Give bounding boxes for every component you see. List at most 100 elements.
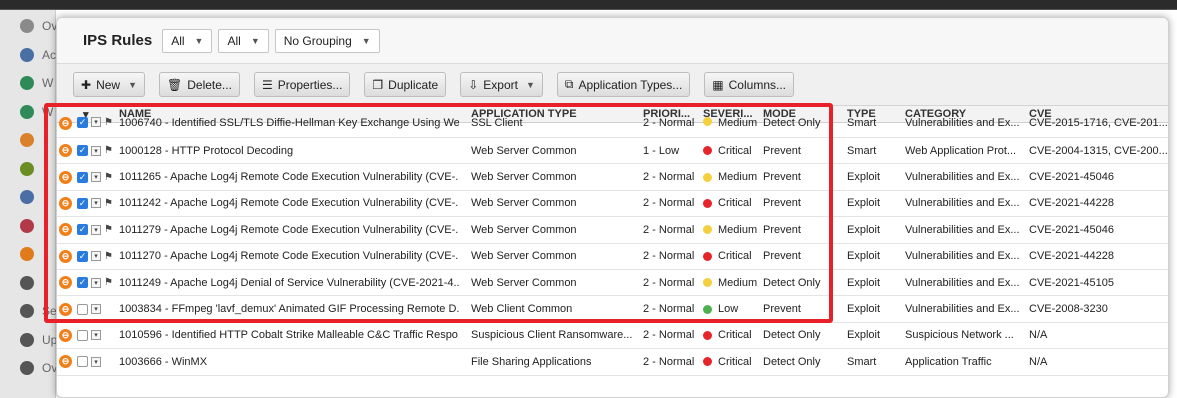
rule-name: 1000128 - HTTP Protocol Decoding: [119, 144, 294, 157]
updates-icon: [20, 332, 34, 347]
severity-label: Medium: [718, 171, 758, 184]
columns-button[interactable]: ▦ Columns...: [704, 72, 794, 97]
flag-icon: ⚑: [104, 197, 113, 209]
row-menu-icon[interactable]: ▾: [91, 330, 101, 341]
cve: CVE-2021-44228: [1029, 197, 1115, 210]
flag-icon: ⚑: [104, 145, 113, 157]
severity: Critical: [703, 323, 763, 348]
sidebar-item[interactable]: [0, 126, 56, 154]
mode: Detect Only: [763, 117, 821, 129]
category: Vulnerabilities and Ex...: [905, 117, 1020, 129]
table-row[interactable]: ⊖ ✓ ▾ ⚑ 1011279 - Apache Log4j Remote Code E…: [57, 217, 1168, 244]
row-menu-icon[interactable]: ▾: [91, 251, 101, 262]
sidebar-item[interactable]: Ac: [0, 41, 56, 69]
row-menu-icon[interactable]: ▾: [91, 172, 101, 183]
rule-name: 1011270 - Apache Log4j Remote Code Execu…: [119, 250, 459, 263]
sidebar-item[interactable]: W: [0, 98, 56, 126]
row-menu-icon[interactable]: ▾: [91, 198, 101, 209]
row-menu-icon[interactable]: ▾: [91, 356, 101, 367]
table-row[interactable]: ⊖ ✓ ▾ ⚑ 1011265 - Apache Log4j Remote Code E…: [57, 164, 1168, 191]
severity-dot-icon: [703, 225, 712, 235]
application-types-icon: ⧉: [564, 77, 574, 91]
severity: Medium: [703, 164, 763, 189]
application-types-button-label: Application Types...: [578, 77, 683, 92]
rule-type: Exploit: [847, 303, 881, 316]
table-row[interactable]: ⊖ ▾ 1003666 - WinMX File Sharing Applicatio…: [57, 349, 1168, 376]
rule-checkbox[interactable]: ✓: [77, 277, 88, 289]
sidebar-item[interactable]: [0, 269, 56, 297]
sidebar-item[interactable]: Ov: [0, 354, 56, 382]
new-rule-icon: ✚: [81, 77, 92, 92]
rule-checkbox[interactable]: [77, 329, 88, 341]
sidebar-item-label: W: [42, 76, 54, 90]
sidebar-item[interactable]: Se: [0, 297, 56, 325]
delete-button[interactable]: 🗑 Delete...: [159, 72, 240, 97]
priority: 2 - Normal: [643, 197, 695, 210]
row-menu-icon[interactable]: ▾: [91, 277, 101, 288]
sidebar-item[interactable]: W: [0, 69, 56, 97]
new-button[interactable]: ✚ New ▼: [73, 72, 145, 97]
sidebar-item[interactable]: [0, 183, 56, 211]
flag-icon: ⚑: [104, 171, 113, 183]
row-menu-icon[interactable]: ▾: [91, 145, 101, 156]
sidebar-item[interactable]: [0, 240, 56, 268]
rule-name: 1006740 - Identified SSL/TLS Diffie-Hell…: [119, 117, 459, 129]
duplicate-icon: ❐: [372, 77, 384, 92]
rule-checkbox[interactable]: [77, 303, 88, 315]
grouping-select[interactable]: No Grouping ▼: [274, 28, 380, 53]
priority: 2 - Normal: [643, 329, 695, 342]
priority: 2 - Normal: [643, 276, 695, 289]
duplicate-button[interactable]: ❐ Duplicate: [364, 72, 447, 97]
export-button[interactable]: ⇩ Export ▼: [460, 72, 543, 97]
table-row[interactable]: ⊖ ✓ ▾ ⚑ 1006740 - Identified SSL/TLS Diffie-…: [57, 117, 1168, 138]
mode: Prevent: [763, 303, 801, 316]
ips-rule-icon: ⊖: [59, 196, 72, 210]
ips-rule-icon: ⊖: [59, 302, 72, 316]
rule-type: Exploit: [847, 250, 881, 263]
category: Suspicious Network ...: [905, 329, 1014, 342]
rule-checkbox[interactable]: ✓: [77, 171, 88, 183]
rule-checkbox[interactable]: ✓: [77, 250, 88, 262]
rule-type: Smart: [847, 355, 877, 368]
rule-checkbox[interactable]: ✓: [77, 117, 88, 128]
severity-dot-icon: [703, 304, 712, 314]
severity-label: Critical: [718, 329, 752, 342]
mode: Prevent: [763, 197, 801, 210]
flag-icon: ⚑: [104, 224, 113, 236]
sidebar-item[interactable]: [0, 212, 56, 240]
table-row[interactable]: ⊖ ✓ ▾ ⚑ 1011249 - Apache Log4j Denial of Ser…: [57, 270, 1168, 297]
severity-dot-icon: [703, 278, 712, 288]
cve: CVE-2004-1315, CVE-200...: [1029, 144, 1168, 157]
table-row[interactable]: ⊖ ▾ 1003834 - FFmpeg 'lavf_demux' Animated…: [57, 296, 1168, 323]
rule-checkbox[interactable]: ✓: [77, 145, 88, 157]
sidebar-item[interactable]: Ov: [0, 12, 56, 40]
table-row[interactable]: ⊖ ✓ ▾ ⚑ 1011270 - Apache Log4j Remote Code E…: [57, 244, 1168, 270]
rule-checkbox[interactable]: ✓: [77, 224, 88, 236]
properties-button[interactable]: ☰ Properties...: [253, 72, 351, 97]
rule-type: Exploit: [847, 197, 881, 210]
category: Vulnerabilities and Ex...: [905, 303, 1020, 316]
priority: 2 - Normal: [643, 117, 695, 129]
sidebar-item[interactable]: [0, 155, 56, 183]
row-menu-icon[interactable]: ▾: [91, 117, 101, 127]
properties-button-label: Properties...: [277, 77, 343, 92]
grouping-select-value: No Grouping: [283, 33, 352, 48]
table-row[interactable]: ⊖ ✓ ▾ ⚑ 1000128 - HTTP Protocol Decoding Web …: [57, 138, 1168, 165]
row-menu-icon[interactable]: ▾: [91, 304, 101, 315]
filter-select-1[interactable]: All ▼: [162, 28, 213, 53]
rule-checkbox[interactable]: ✓: [77, 197, 88, 209]
application-type: Web Server Common: [471, 197, 577, 210]
sidebar-item[interactable]: Up: [0, 326, 56, 354]
severity-label: Medium: [718, 117, 758, 129]
sidebar-item-label: W: [42, 104, 54, 119]
firewall-icon: [20, 218, 34, 233]
severity-label: Critical: [718, 197, 752, 210]
severity-label: Medium: [718, 223, 758, 236]
application-types-button[interactable]: ⧉ Application Types...: [556, 72, 691, 97]
rule-checkbox[interactable]: [77, 356, 88, 368]
row-menu-icon[interactable]: ▾: [91, 224, 101, 235]
table-row[interactable]: ⊖ ▾ 1010596 - Identified HTTP Cobalt Strik…: [57, 323, 1168, 350]
table-row[interactable]: ⊖ ✓ ▾ ⚑ 1011242 - Apache Log4j Remote Code E…: [57, 191, 1168, 218]
filter-select-2[interactable]: All ▼: [218, 28, 269, 53]
duplicate-button-label: Duplicate: [388, 77, 439, 92]
